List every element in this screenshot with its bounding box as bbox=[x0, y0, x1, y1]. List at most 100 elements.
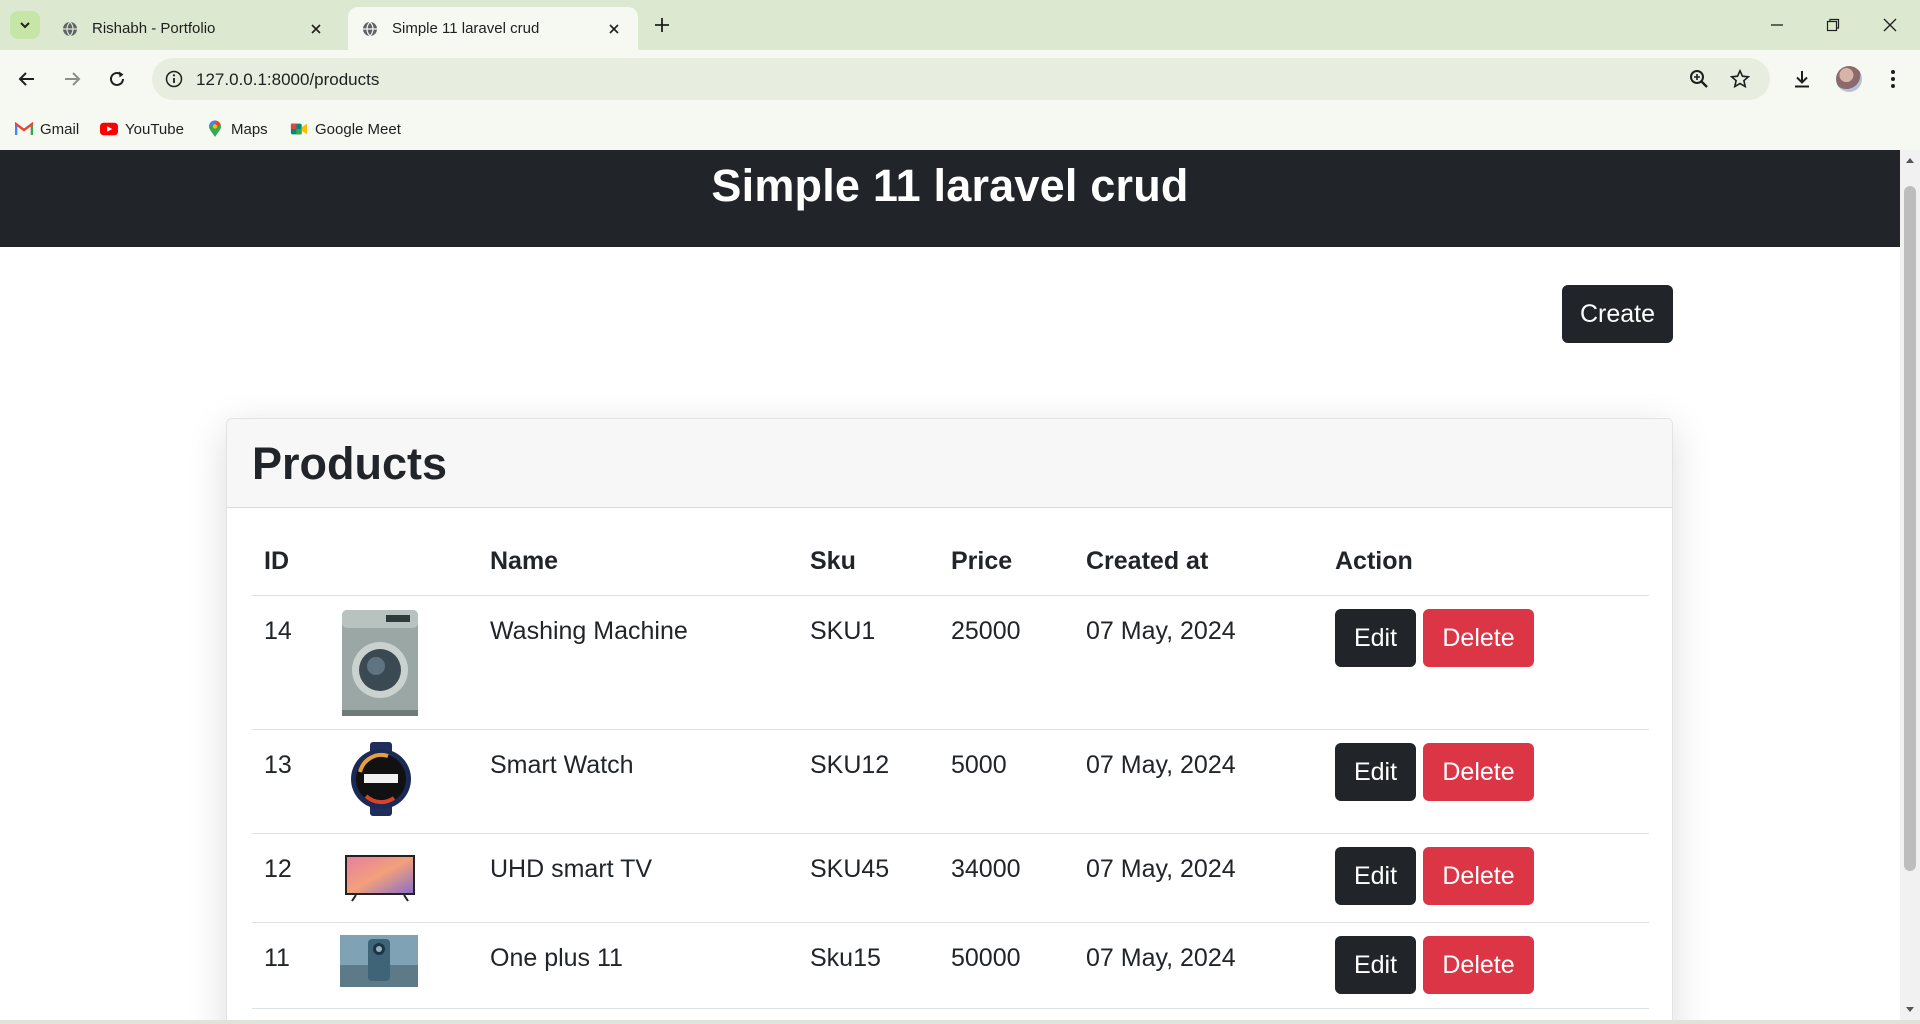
tab-title: Rishabh - Portfolio bbox=[92, 20, 216, 37]
close-icon[interactable] bbox=[604, 19, 624, 39]
bookmark-google-meet[interactable]: Google Meet bbox=[290, 118, 401, 140]
product-price: 5000 bbox=[951, 751, 1007, 779]
minimize-icon bbox=[1771, 24, 1783, 26]
close-icon[interactable] bbox=[306, 19, 326, 39]
tab-title: Simple 11 laravel crud bbox=[392, 20, 540, 37]
product-id: 12 bbox=[264, 855, 292, 883]
bookmark-label: Maps bbox=[231, 120, 268, 138]
bookmark-maps[interactable]: Maps bbox=[206, 118, 268, 140]
product-created-at: 07 May, 2024 bbox=[1086, 751, 1236, 779]
youtube-icon bbox=[100, 121, 118, 137]
reload-button[interactable] bbox=[104, 66, 130, 92]
delete-button[interactable]: Delete bbox=[1423, 609, 1534, 667]
product-name: UHD smart TV bbox=[490, 855, 653, 883]
products-card: Products ID Name Sku Price Created at Ac… bbox=[226, 418, 1673, 1020]
scroll-down-arrow-icon[interactable] bbox=[1900, 1002, 1920, 1018]
tab-bar: Rishabh - Portfolio Simple 11 laravel cr… bbox=[0, 0, 1920, 50]
edit-button[interactable]: Edit bbox=[1335, 743, 1416, 801]
row-actions: Edit Delete bbox=[1335, 936, 1534, 994]
chevron-down-icon bbox=[20, 22, 30, 29]
column-header-created-at: Created at bbox=[1086, 547, 1209, 575]
row-actions: Edit Delete bbox=[1335, 743, 1534, 801]
close-icon bbox=[1883, 18, 1897, 32]
products-table: ID Name Sku Price Created at Action 14 W… bbox=[252, 530, 1649, 1009]
restore-icon bbox=[1826, 18, 1840, 32]
minimize-button[interactable] bbox=[1764, 12, 1790, 38]
bookmark-gmail[interactable]: Gmail bbox=[15, 118, 79, 140]
download-icon bbox=[1795, 71, 1809, 88]
delete-button[interactable]: Delete bbox=[1423, 847, 1534, 905]
table-header-row: ID Name Sku Price Created at Action bbox=[252, 530, 1649, 596]
product-sku: SKU12 bbox=[810, 751, 890, 779]
profile-avatar[interactable] bbox=[1836, 66, 1862, 92]
table-row: 11 One plus 11 Sku15 50000 07 May, 2024 … bbox=[252, 923, 1649, 1009]
more-vertical-icon bbox=[1891, 70, 1895, 88]
edit-button[interactable]: Edit bbox=[1335, 609, 1416, 667]
forward-button[interactable] bbox=[59, 66, 85, 92]
site-info-icon[interactable] bbox=[164, 69, 184, 89]
site-title: Simple 11 laravel crud bbox=[711, 160, 1189, 211]
address-bar[interactable]: 127.0.0.1:8000/products bbox=[152, 58, 1770, 100]
scrollbar-thumb[interactable] bbox=[1904, 186, 1916, 871]
create-button[interactable]: Create bbox=[1562, 285, 1673, 343]
product-price: 34000 bbox=[951, 855, 1021, 883]
google-meet-icon bbox=[290, 121, 308, 137]
product-created-at: 07 May, 2024 bbox=[1086, 944, 1236, 972]
product-created-at: 07 May, 2024 bbox=[1086, 855, 1236, 883]
delete-button[interactable]: Delete bbox=[1423, 743, 1534, 801]
bookmarks-bar: Gmail YouTube Maps Google Meet bbox=[0, 108, 1920, 150]
downloads-button[interactable] bbox=[1789, 66, 1815, 92]
bookmark-label: YouTube bbox=[125, 120, 184, 138]
product-created-at: 07 May, 2024 bbox=[1086, 617, 1236, 645]
bookmark-youtube[interactable]: YouTube bbox=[100, 118, 184, 140]
product-id: 14 bbox=[264, 617, 292, 645]
column-header-sku: Sku bbox=[810, 547, 856, 575]
delete-button[interactable]: Delete bbox=[1423, 936, 1534, 994]
back-button[interactable] bbox=[14, 66, 40, 92]
product-name: Smart Watch bbox=[490, 751, 634, 779]
edit-button[interactable]: Edit bbox=[1335, 936, 1416, 994]
card-title: Products bbox=[252, 438, 448, 489]
scroll-up-arrow-icon[interactable] bbox=[1900, 152, 1920, 168]
window-bottom-edge bbox=[0, 1020, 1920, 1024]
product-id: 13 bbox=[264, 751, 292, 779]
browser-toolbar: 127.0.0.1:8000/products bbox=[0, 50, 1920, 108]
tab-laravel-crud[interactable]: Simple 11 laravel crud bbox=[348, 7, 638, 50]
site-header: Simple 11 laravel crud bbox=[0, 150, 1900, 247]
restore-button[interactable] bbox=[1820, 12, 1846, 38]
product-price: 25000 bbox=[951, 617, 1021, 645]
maps-icon bbox=[206, 120, 224, 137]
menu-button[interactable] bbox=[1880, 66, 1906, 92]
product-name: One plus 11 bbox=[490, 944, 623, 972]
column-header-price: Price bbox=[951, 547, 1013, 575]
edit-button[interactable]: Edit bbox=[1335, 847, 1416, 905]
product-sku: Sku15 bbox=[810, 944, 881, 972]
column-header-action: Action bbox=[1335, 547, 1413, 575]
product-name: Washing Machine bbox=[490, 617, 688, 645]
table-row: 14 Washing Machine SKU1 25000 07 May, 20… bbox=[252, 596, 1649, 730]
tab-portfolio[interactable]: Rishabh - Portfolio bbox=[48, 7, 340, 50]
smart-watch-image bbox=[351, 742, 411, 816]
product-price: 50000 bbox=[951, 944, 1021, 972]
product-sku: SKU1 bbox=[810, 617, 876, 645]
zoom-icon[interactable] bbox=[1688, 68, 1710, 90]
plus-icon bbox=[655, 18, 669, 32]
new-tab-button[interactable] bbox=[650, 13, 674, 37]
table-row: 13 Smart Watch SKU12 5000 07 May, 2024 E… bbox=[252, 730, 1649, 834]
url-text: 127.0.0.1:8000/products bbox=[196, 70, 380, 89]
gmail-icon bbox=[15, 121, 33, 137]
product-id: 11 bbox=[264, 944, 290, 972]
bookmark-label: Gmail bbox=[40, 120, 80, 138]
bookmark-star-icon[interactable] bbox=[1729, 68, 1751, 90]
bookmark-label: Google Meet bbox=[315, 120, 401, 138]
window-close-button[interactable] bbox=[1877, 12, 1903, 38]
tv-image bbox=[345, 855, 415, 902]
page-viewport: Simple 11 laravel crud Create Products I… bbox=[0, 150, 1900, 1020]
column-header-id: ID bbox=[264, 547, 289, 575]
page-scrollbar[interactable] bbox=[1900, 150, 1920, 1020]
row-actions: Edit Delete bbox=[1335, 847, 1534, 905]
row-actions: Edit Delete bbox=[1335, 609, 1534, 667]
tab-search-button[interactable] bbox=[10, 11, 40, 39]
phone-image bbox=[340, 935, 418, 987]
washing-machine-image bbox=[342, 610, 418, 716]
